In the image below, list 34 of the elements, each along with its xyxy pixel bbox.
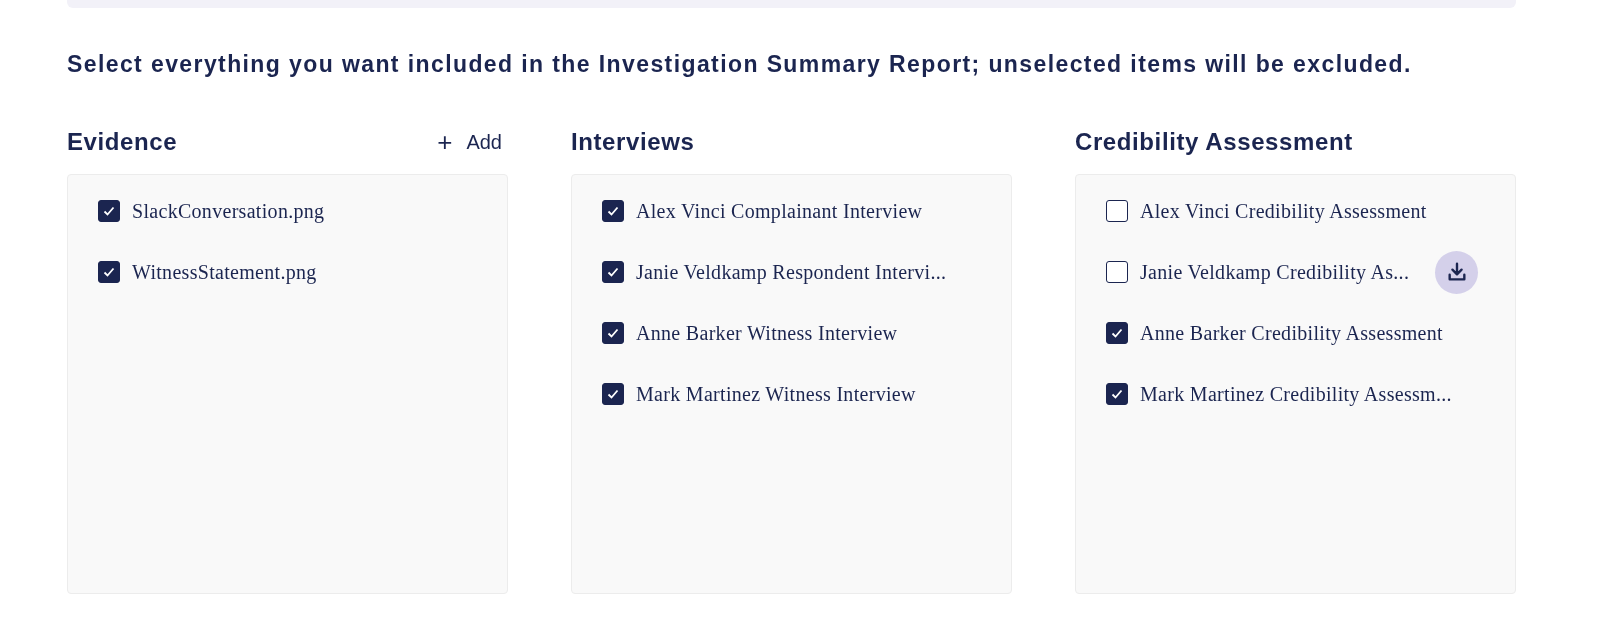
checkbox[interactable]: [602, 261, 624, 283]
item-label: Anne Barker Credibility Assessment: [1140, 321, 1443, 345]
item-label: SlackConversation.png: [132, 199, 325, 223]
column-title: Evidence: [67, 128, 178, 156]
checkbox[interactable]: [98, 200, 120, 222]
column-title: Credibility Assessment: [1075, 128, 1353, 156]
checkbox[interactable]: [602, 200, 624, 222]
item-label: Janie Veldkamp Credibility As...: [1140, 260, 1410, 284]
item-label: Alex Vinci Credibility Assessment: [1140, 199, 1427, 223]
checkmark-icon: [607, 389, 619, 399]
checkbox[interactable]: [602, 383, 624, 405]
checkmark-icon: [103, 206, 115, 216]
checkmark-icon: [607, 206, 619, 216]
checkmark-icon: [1111, 328, 1123, 338]
checkmark-icon: [1111, 389, 1123, 399]
checkbox[interactable]: [1106, 322, 1128, 344]
checkmark-icon: [103, 267, 115, 277]
add-button[interactable]: + Add: [437, 129, 508, 155]
item-label: Janie Veldkamp Respondent Intervi...: [636, 260, 947, 284]
download-icon: [1445, 261, 1468, 283]
checkbox[interactable]: [602, 322, 624, 344]
column-title: Interviews: [571, 128, 695, 156]
checkbox[interactable]: [98, 261, 120, 283]
checkbox[interactable]: [1106, 200, 1128, 222]
item-label: Mark Martinez Credibility Assessm...: [1140, 382, 1452, 406]
checkbox[interactable]: [1106, 261, 1128, 283]
checkmark-icon: [607, 328, 619, 338]
item-label: Alex Vinci Complainant Interview: [636, 199, 923, 223]
checkbox[interactable]: [1106, 383, 1128, 405]
item-label: Mark Martinez Witness Interview: [636, 382, 916, 406]
checkmark-icon: [607, 267, 619, 277]
item-label: WitnessStatement.png: [132, 260, 317, 284]
item-label: Anne Barker Witness Interview: [636, 321, 898, 345]
instruction-text: Select everything you want included in the Investigation Summary Report; unselected items will be excluded.: [67, 51, 1413, 78]
